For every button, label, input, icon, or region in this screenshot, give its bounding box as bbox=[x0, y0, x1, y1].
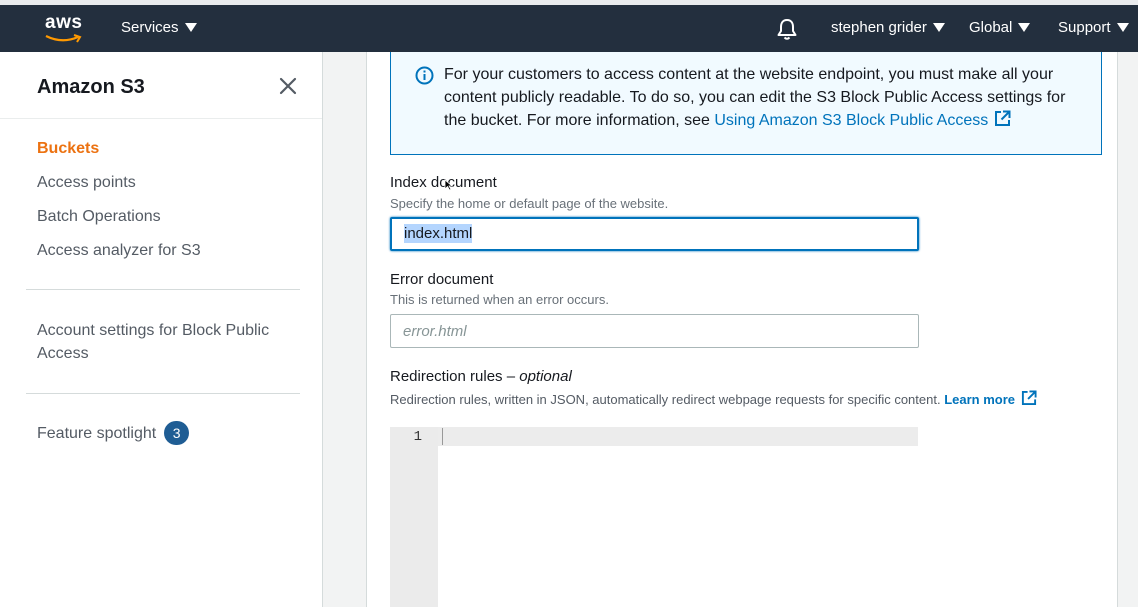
redirection-rules-description: Redirection rules, written in JSON, auto… bbox=[390, 390, 1037, 407]
text-cursor bbox=[442, 428, 443, 445]
redirection-rules-editor[interactable]: 1 bbox=[390, 427, 918, 607]
sidebar: Amazon S3 Buckets Access points Batch Op… bbox=[0, 52, 323, 607]
caret-down-icon bbox=[1018, 23, 1031, 32]
sidebar-divider bbox=[26, 289, 300, 290]
sidebar-divider bbox=[0, 118, 322, 119]
sidebar-item-buckets[interactable]: Buckets bbox=[37, 137, 99, 160]
editor-active-line bbox=[438, 427, 918, 446]
services-label: Services bbox=[121, 19, 179, 36]
index-document-value: index.html bbox=[404, 224, 473, 243]
mouse-cursor-icon bbox=[444, 179, 453, 191]
redirection-rules-label: Redirection rules – optional bbox=[390, 368, 572, 385]
account-settings-line1: Account settings for Block Public bbox=[37, 322, 270, 339]
learn-more-link[interactable]: Learn more bbox=[944, 390, 1037, 407]
sidebar-item-account-settings[interactable]: Account settings for Block Public Access bbox=[37, 319, 269, 365]
caret-down-icon bbox=[1116, 23, 1129, 32]
block-public-access-link-text: Using Amazon S3 Block Public Access bbox=[714, 112, 989, 129]
index-document-description: Specify the home or default page of the … bbox=[390, 196, 669, 211]
redirection-rules-label-text: Redirection rules – bbox=[390, 368, 520, 385]
user-label: stephen grider bbox=[831, 19, 927, 36]
support-menu[interactable]: Support bbox=[1058, 19, 1129, 36]
error-document-label: Error document bbox=[390, 271, 494, 288]
close-icon[interactable] bbox=[279, 77, 297, 95]
info-alert: For your customers to access content at … bbox=[390, 52, 1102, 155]
sidebar-item-feature-spotlight[interactable]: Feature spotlight 3 bbox=[37, 421, 190, 445]
feature-spotlight-badge: 3 bbox=[164, 421, 190, 445]
info-icon bbox=[415, 66, 434, 85]
error-document-input[interactable] bbox=[390, 314, 919, 348]
caret-down-icon bbox=[184, 23, 197, 32]
user-menu[interactable]: stephen grider bbox=[831, 19, 945, 36]
external-link-icon bbox=[995, 110, 1011, 126]
feature-spotlight-label: Feature spotlight bbox=[37, 425, 157, 442]
region-menu[interactable]: Global bbox=[969, 19, 1031, 36]
services-menu[interactable]: Services bbox=[121, 19, 197, 36]
external-link-icon bbox=[1021, 390, 1037, 406]
error-document-description: This is returned when an error occurs. bbox=[390, 292, 609, 307]
optional-label: optional bbox=[519, 368, 572, 385]
learn-more-link-text: Learn more bbox=[944, 392, 1016, 407]
sidebar-title: Amazon S3 bbox=[37, 76, 145, 98]
sidebar-item-batch-operations[interactable]: Batch Operations bbox=[37, 205, 161, 228]
notification-bell-icon[interactable] bbox=[776, 17, 798, 41]
account-settings-line2: Access bbox=[37, 345, 89, 362]
editor-gutter: 1 bbox=[390, 427, 438, 607]
line-number: 1 bbox=[413, 429, 422, 445]
aws-logo-text: aws bbox=[45, 12, 83, 33]
sidebar-item-access-points[interactable]: Access points bbox=[37, 171, 136, 194]
aws-logo[interactable]: aws bbox=[44, 12, 84, 46]
region-label: Global bbox=[969, 19, 1013, 36]
sidebar-divider bbox=[26, 393, 300, 394]
caret-down-icon bbox=[932, 23, 945, 32]
support-label: Support bbox=[1058, 19, 1111, 36]
redirection-rules-description-text: Redirection rules, written in JSON, auto… bbox=[390, 392, 945, 407]
info-text: For your customers to access content at … bbox=[444, 63, 1084, 132]
sidebar-item-access-analyzer[interactable]: Access analyzer for S3 bbox=[37, 239, 201, 262]
top-navigation-bar: aws Services stephen grider Global Suppo… bbox=[0, 0, 1138, 52]
aws-smile-icon bbox=[45, 34, 82, 43]
block-public-access-link[interactable]: Using Amazon S3 Block Public Access bbox=[714, 110, 1011, 129]
index-document-input[interactable]: index.html bbox=[390, 217, 919, 251]
